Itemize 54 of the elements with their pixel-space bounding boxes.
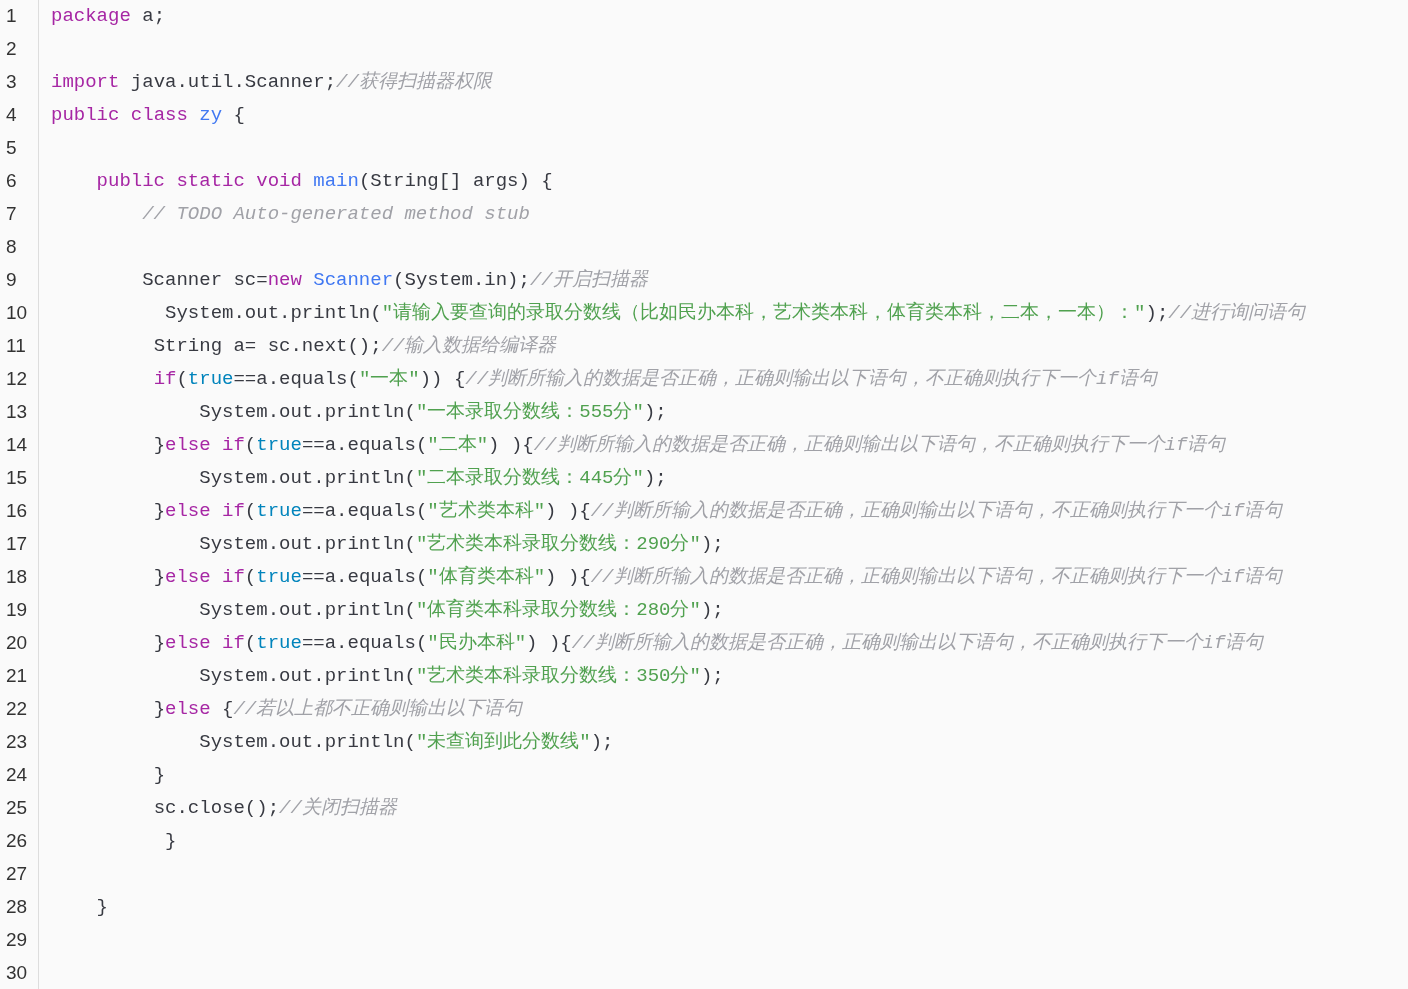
line-number: 12 bbox=[5, 367, 29, 392]
line-number: 30 bbox=[5, 961, 29, 986]
line-number: 25 bbox=[5, 796, 29, 821]
code-line: // TODO Auto-generated method stub bbox=[142, 202, 530, 228]
code-line: } bbox=[153, 763, 166, 789]
code-line: }else if(true==a.equals("艺术类本科") ){//判断所输入的数据是否正确，正确则输出以下语句，不正确则执行下一个if语句 bbox=[153, 499, 1283, 525]
code-line: Scanner sc=new Scanner(System.in);//开启扫描器 bbox=[142, 268, 648, 294]
line-number: 20 bbox=[5, 631, 29, 656]
code-line: package a; bbox=[51, 4, 166, 30]
code-line: String a= sc.next();//输入数据给编译器 bbox=[153, 334, 557, 360]
line-number: 14 bbox=[5, 433, 29, 458]
line-number: 7 bbox=[5, 202, 18, 227]
line-number: 17 bbox=[5, 532, 29, 557]
line-number: 24 bbox=[5, 763, 29, 788]
line-number: 3 bbox=[5, 70, 18, 95]
line-number: 18 bbox=[5, 565, 29, 590]
line-number: 21 bbox=[5, 664, 29, 689]
code-line: System.out.println("未查询到此分数线"); bbox=[199, 730, 614, 756]
code-line: public class zy { bbox=[51, 103, 245, 129]
code-line: System.out.println("一本录取分数线：555分"); bbox=[199, 400, 667, 426]
line-number: 13 bbox=[5, 400, 29, 425]
code-line: import java.util.Scanner;//获得扫描器权限 bbox=[51, 70, 492, 96]
line-number: 6 bbox=[5, 169, 18, 194]
line-number: 19 bbox=[5, 598, 29, 623]
line-number: 27 bbox=[5, 862, 29, 887]
code-line: }else if(true==a.equals("体育类本科") ){//判断所输入的数据是否正确，正确则输出以下语句，不正确则执行下一个if语句 bbox=[153, 564, 1283, 591]
code-line: }else {//若以上都不正确则输出以下语句 bbox=[153, 697, 523, 723]
line-number: 26 bbox=[5, 829, 29, 854]
code-line: public static void main(String[] args) { bbox=[96, 169, 553, 195]
code-line: } bbox=[165, 829, 177, 855]
code-line: System.out.println("艺术类本科录取分数线：290分"); bbox=[199, 532, 724, 558]
line-number: 8 bbox=[5, 235, 18, 260]
line-number: 22 bbox=[5, 697, 29, 722]
code-line: System.out.println("请输入要查询的录取分数线（比如民办本科，艺术类本科，体育类本科，二本，一本）：");//进行询问语句 bbox=[165, 300, 1306, 327]
code-line: }else if(true==a.equals("民办本科") ){//判断所输入的数据是否正确，正确则输出以下语句，不正确则执行下一个if语句 bbox=[153, 631, 1264, 657]
line-number: 1 bbox=[5, 4, 18, 29]
code-line: sc.close();//关闭扫描器 bbox=[153, 796, 397, 822]
code-line: System.out.println("体育类本科录取分数线：280分"); bbox=[199, 597, 724, 624]
line-number: 23 bbox=[5, 730, 29, 755]
code-line: if(true==a.equals("一本")) {//判断所输入的数据是否正确，正确则输出以下语句，不正确则执行下一个if语句 bbox=[153, 367, 1157, 393]
line-number: 9 bbox=[5, 268, 18, 293]
line-number: 29 bbox=[5, 928, 29, 953]
line-number: 4 bbox=[5, 103, 18, 128]
line-number: 11 bbox=[5, 334, 27, 359]
line-number: 2 bbox=[5, 37, 18, 62]
line-number: 28 bbox=[5, 895, 29, 920]
line-number: 16 bbox=[5, 499, 29, 524]
code-line: }else if(true==a.equals("二本") ){//判断所输入的数据是否正确，正确则输出以下语句，不正确则执行下一个if语句 bbox=[153, 433, 1226, 459]
line-number: 5 bbox=[5, 136, 18, 161]
code-line: } bbox=[96, 895, 108, 921]
line-number: 15 bbox=[5, 466, 29, 491]
code-line: System.out.println("二本录取分数线：445分"); bbox=[199, 466, 667, 492]
code-line: System.out.println("艺术类本科录取分数线：350分"); bbox=[199, 664, 724, 690]
line-number: 10 bbox=[5, 301, 29, 326]
